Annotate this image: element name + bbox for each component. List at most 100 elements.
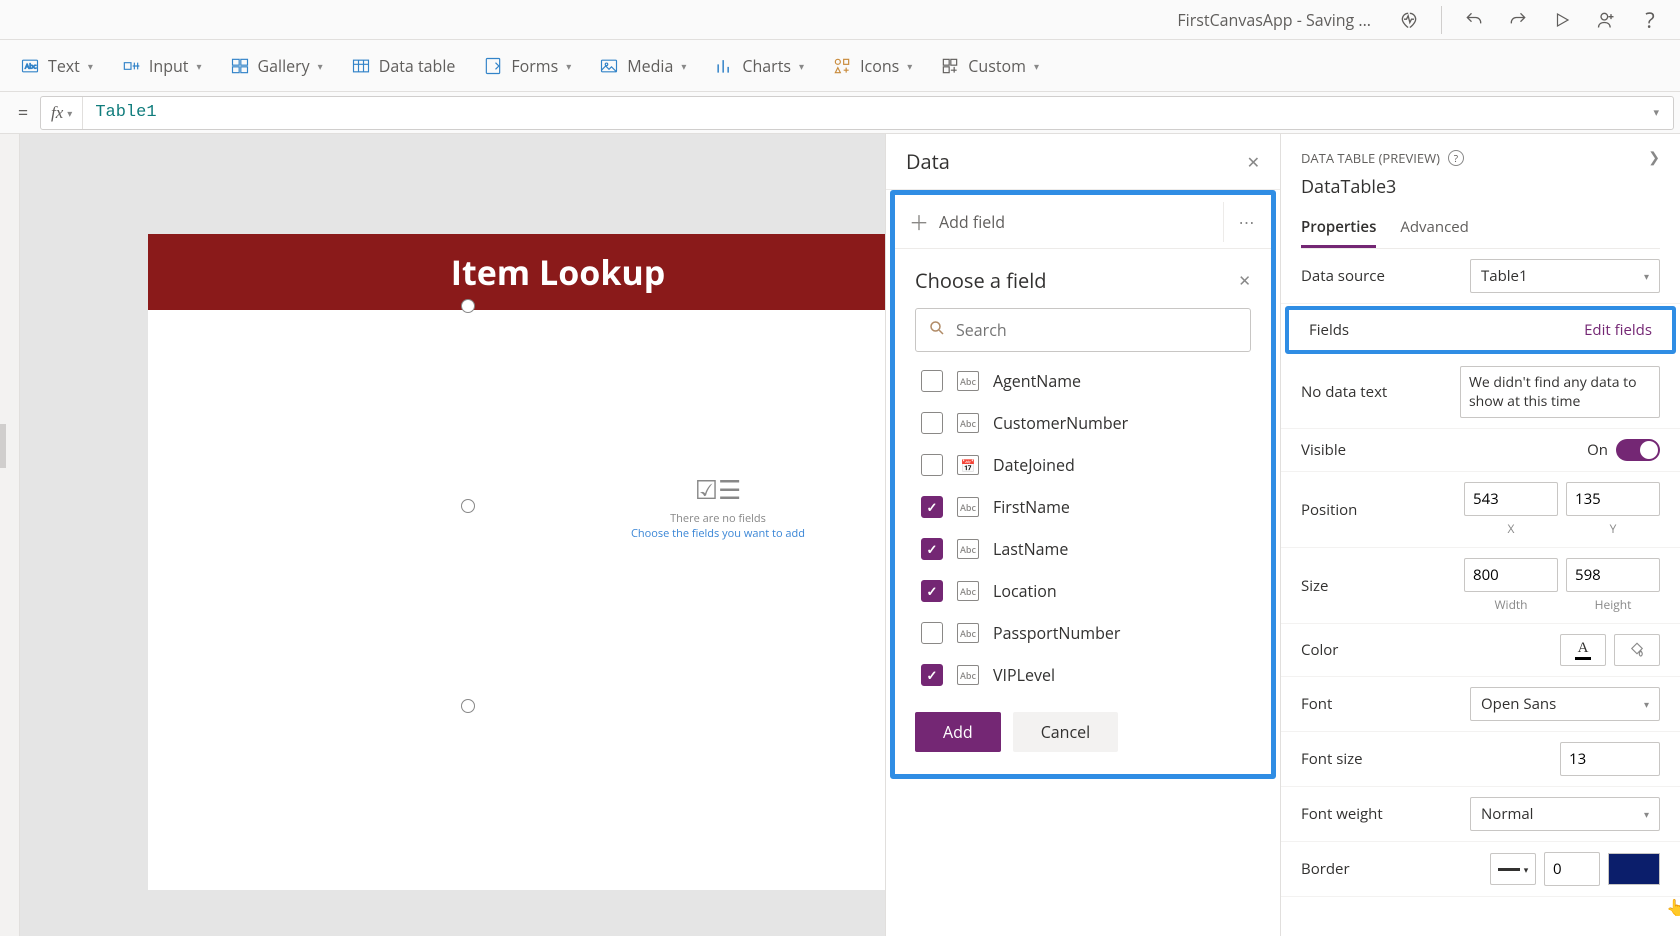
svg-text:Abc: Abc <box>25 61 36 70</box>
formula-input[interactable]: Table1 <box>83 103 1639 122</box>
add-button[interactable]: Add <box>915 712 1001 752</box>
share-icon[interactable] <box>1588 2 1624 38</box>
size-w-input[interactable] <box>1464 558 1558 592</box>
section-label: DATA TABLE (PREVIEW) <box>1301 149 1440 167</box>
prop-position-label: Position <box>1301 500 1357 520</box>
help-icon[interactable]: ? <box>1632 2 1668 38</box>
fx-button[interactable]: fx ▾ <box>41 97 83 129</box>
play-icon[interactable] <box>1544 2 1580 38</box>
more-icon[interactable]: ⋯ <box>1223 202 1271 242</box>
chevron-right-icon[interactable]: ❯ <box>1648 148 1660 167</box>
health-icon[interactable] <box>1391 2 1427 38</box>
prop-visible-label: Visible <box>1301 440 1346 460</box>
size-h-input[interactable] <box>1566 558 1660 592</box>
undo-icon[interactable] <box>1456 2 1492 38</box>
fontweight-dropdown[interactable]: Normal▾ <box>1470 797 1660 831</box>
field-row[interactable]: AbcAgentName <box>915 360 1251 402</box>
resize-handle[interactable] <box>461 699 475 713</box>
data-panel: Data ✕ ＋ Add field ⋯ Choose a field ✕ <box>885 134 1280 936</box>
checkbox[interactable] <box>921 538 943 560</box>
text-type-icon: Abc <box>957 623 979 643</box>
checkbox[interactable] <box>921 496 943 518</box>
field-row[interactable]: AbcLastName <box>915 528 1251 570</box>
formula-expand-icon[interactable]: ▾ <box>1639 105 1673 120</box>
field-row[interactable]: AbcLocation <box>915 570 1251 612</box>
ribbon-icons[interactable]: Icons▾ <box>832 55 912 77</box>
date-type-icon: 📅 <box>957 455 979 475</box>
field-row[interactable]: 📅DateJoined <box>915 444 1251 486</box>
text-type-icon: Abc <box>957 665 979 685</box>
tab-advanced[interactable]: Advanced <box>1400 209 1468 248</box>
equals-label: = <box>6 101 40 125</box>
empty-line1: There are no fields <box>588 511 848 526</box>
help-icon[interactable]: ? <box>1448 150 1464 166</box>
ribbon-input[interactable]: Input▾ <box>121 55 202 77</box>
left-rail[interactable] <box>0 134 20 936</box>
position-y-input[interactable] <box>1566 482 1660 516</box>
close-icon[interactable]: ✕ <box>1247 151 1260 173</box>
ribbon-custom[interactable]: Custom▾ <box>940 55 1039 77</box>
ribbon-datatable[interactable]: Data table <box>351 55 456 77</box>
visible-toggle[interactable] <box>1616 439 1660 461</box>
field-list: AbcAgentName AbcCustomerNumber 📅DateJoin… <box>915 360 1251 696</box>
empty-state: ☑☰ There are no fields Choose the fields… <box>588 471 848 541</box>
ribbon-media[interactable]: Media▾ <box>599 55 686 77</box>
checkbox[interactable] <box>921 580 943 602</box>
resize-handle[interactable] <box>461 499 475 513</box>
position-x-input[interactable] <box>1464 482 1558 516</box>
field-row[interactable]: AbcPassportNumber <box>915 612 1251 654</box>
close-icon[interactable]: ✕ <box>1238 271 1251 291</box>
checkbox[interactable] <box>921 664 943 686</box>
prop-fontsize-label: Font size <box>1301 749 1363 769</box>
text-color-picker[interactable]: A <box>1560 634 1606 666</box>
text-type-icon: Abc <box>957 497 979 517</box>
checklist-icon: ☑☰ <box>588 471 848 507</box>
nodata-input[interactable]: We didn't find any data to show at this … <box>1460 366 1660 418</box>
ribbon-text[interactable]: AbcText▾ <box>20 55 93 77</box>
prop-nodata-label: No data text <box>1301 382 1387 402</box>
fill-color-picker[interactable] <box>1614 634 1660 666</box>
datatable-selection[interactable]: ☑☰ There are no fields Choose the fields… <box>468 306 885 706</box>
font-dropdown[interactable]: Open Sans▾ <box>1470 687 1660 721</box>
text-type-icon: Abc <box>957 539 979 559</box>
choose-field-title: Choose a field <box>915 267 1046 294</box>
border-color-swatch[interactable] <box>1608 853 1660 885</box>
ribbon-forms[interactable]: Forms▾ <box>483 55 571 77</box>
ribbon-charts[interactable]: Charts▾ <box>714 55 804 77</box>
border-width-input[interactable] <box>1544 852 1600 886</box>
text-type-icon: Abc <box>957 371 979 391</box>
app-title: FirstCanvasApp - Saving ... <box>1177 9 1371 31</box>
field-row[interactable]: AbcVIPLevel <box>915 654 1251 696</box>
prop-fields-label: Fields <box>1309 320 1349 340</box>
formula-bar: = fx ▾ Table1 ▾ <box>0 92 1680 134</box>
add-field-button[interactable]: ＋ Add field <box>895 207 1223 236</box>
edit-fields-link[interactable]: Edit fields <box>1584 320 1652 340</box>
text-type-icon: Abc <box>957 413 979 433</box>
choose-fields-link[interactable]: Choose the fields you want to add <box>588 526 848 541</box>
prop-font-label: Font <box>1301 694 1332 714</box>
cancel-button[interactable]: Cancel <box>1013 712 1118 752</box>
checkbox[interactable] <box>921 622 943 644</box>
search-icon <box>928 319 946 342</box>
field-row[interactable]: AbcCustomerNumber <box>915 402 1251 444</box>
field-search[interactable] <box>915 308 1251 352</box>
prop-border-label: Border <box>1301 859 1350 879</box>
resize-handle[interactable] <box>461 299 475 313</box>
prop-size-label: Size <box>1301 576 1328 596</box>
insert-ribbon: AbcText▾ Input▾ Gallery▾ Data table Form… <box>0 40 1680 92</box>
checkbox[interactable] <box>921 370 943 392</box>
redo-icon[interactable] <box>1500 2 1536 38</box>
properties-panel: DATA TABLE (PREVIEW) ? ❯ DataTable3 Prop… <box>1280 134 1680 936</box>
ribbon-gallery[interactable]: Gallery▾ <box>230 55 323 77</box>
search-input[interactable] <box>956 319 1238 341</box>
datasource-dropdown[interactable]: Table1▾ <box>1470 259 1660 293</box>
design-canvas[interactable]: Item Lookup ☑☰ There are no fields Choos… <box>20 134 885 936</box>
tab-properties[interactable]: Properties <box>1301 209 1376 248</box>
fontsize-input[interactable] <box>1560 742 1660 776</box>
checkbox[interactable] <box>921 412 943 434</box>
checkbox[interactable] <box>921 454 943 476</box>
control-name: DataTable3 <box>1301 175 1660 199</box>
prop-datasource-label: Data source <box>1301 266 1385 286</box>
border-style-dropdown[interactable]: ▾ <box>1490 853 1536 885</box>
field-row[interactable]: AbcFirstName <box>915 486 1251 528</box>
